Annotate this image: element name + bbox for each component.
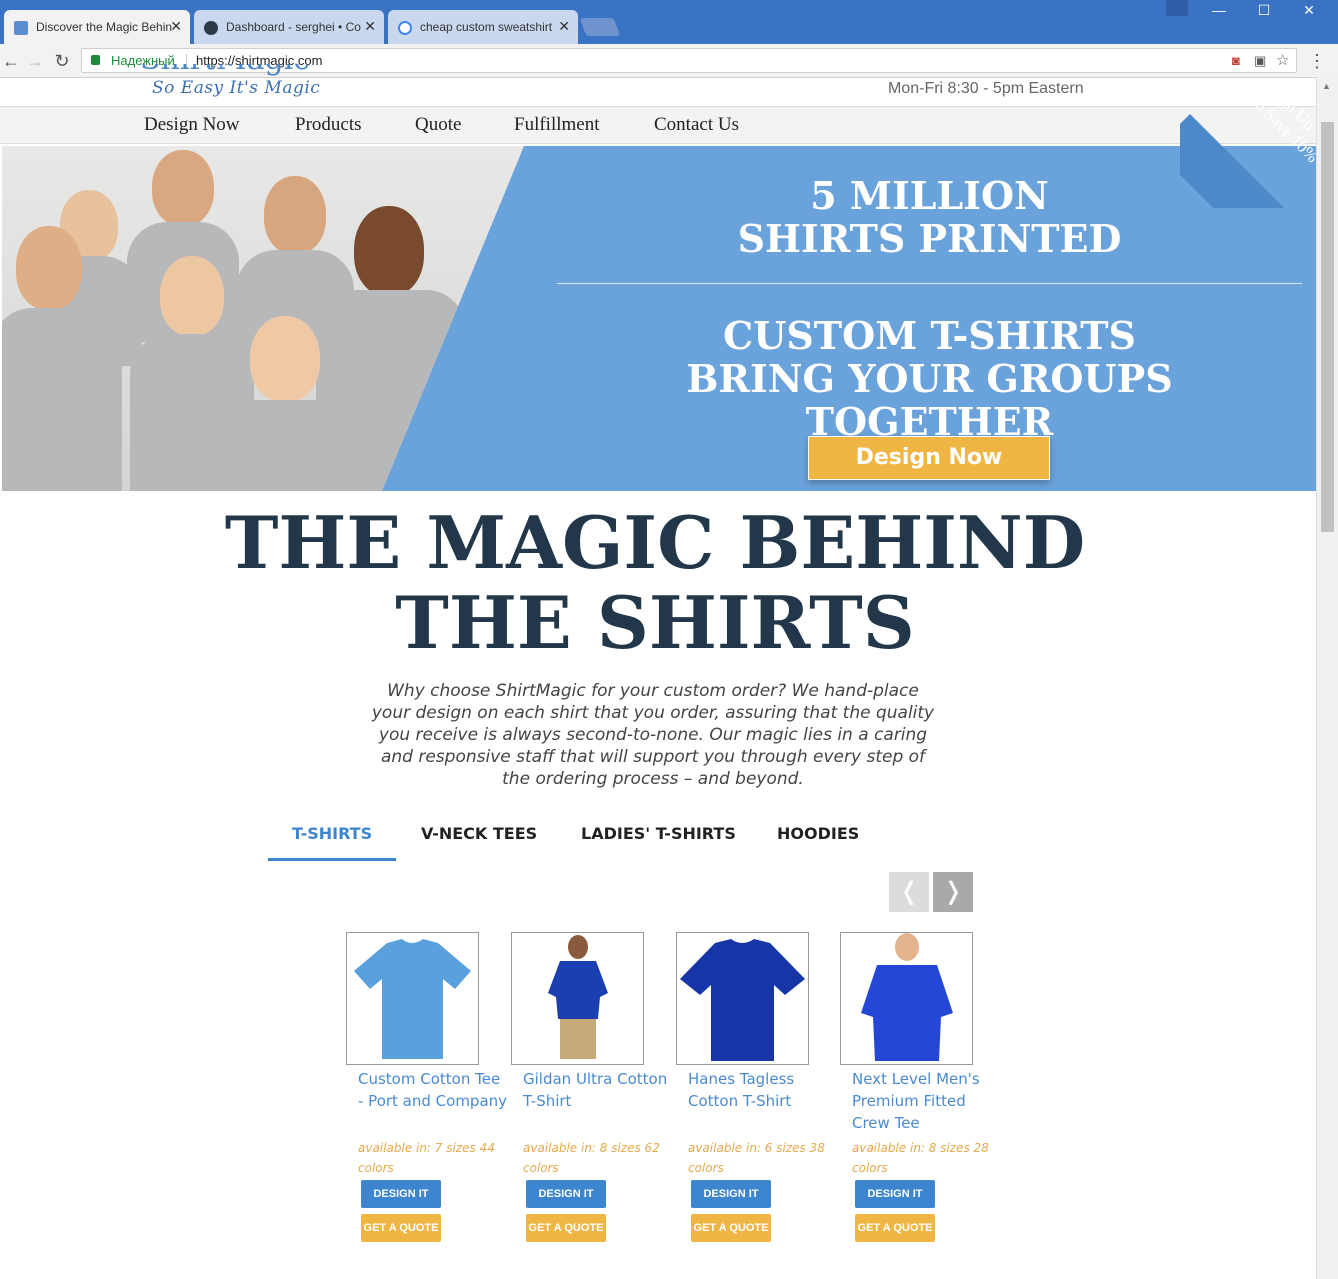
lock-icon bbox=[91, 55, 100, 65]
logo-tagline: So Easy It's Magic bbox=[152, 78, 321, 98]
back-arrow-icon[interactable]: ← bbox=[0, 50, 22, 72]
close-tab-icon[interactable]: ✕ bbox=[364, 18, 376, 35]
product-availability: available in: 8 sizes 28 colors bbox=[852, 1141, 989, 1175]
tab-hoodies[interactable]: HOODIES bbox=[777, 824, 859, 843]
tab-title: Dashboard - serghei • Co bbox=[226, 20, 361, 34]
page-scrollbar[interactable]: ▲ bbox=[1316, 77, 1338, 1279]
tshirt-icon bbox=[680, 939, 805, 1061]
product-name-link[interactable]: Custom Cotton Tee - Port and Company bbox=[358, 1068, 508, 1112]
site-favicon-icon bbox=[14, 21, 28, 35]
signup-ribbon[interactable]: Sign Up To Save 10% bbox=[1180, 78, 1316, 208]
product-availability: available in: 8 sizes 62 colors bbox=[523, 1141, 660, 1175]
product-name-link[interactable]: Gildan Ultra Cotton T-Shirt bbox=[523, 1068, 673, 1112]
design-it-button[interactable]: DESIGN IT bbox=[361, 1180, 441, 1208]
product-name-link[interactable]: Hanes Tagless Cotton T-Shirt bbox=[688, 1068, 838, 1112]
scroll-up-icon[interactable]: ▲ bbox=[1322, 81, 1331, 91]
active-tab-indicator bbox=[268, 858, 396, 861]
get-a-quote-button[interactable]: GET A QUOTE bbox=[526, 1214, 606, 1242]
business-hours: Mon-Fri 8:30 - 5pm Eastern bbox=[888, 80, 1084, 97]
shirt-shape bbox=[680, 939, 805, 1061]
wordpress-favicon-icon bbox=[204, 21, 218, 35]
main-navigation: Design Now Products Quote Fulfillment Co… bbox=[0, 106, 1316, 144]
nav-products[interactable]: Products bbox=[295, 114, 362, 136]
product-availability: available in: 6 sizes 38 colors bbox=[688, 1141, 825, 1175]
browser-tab-shirtmagic[interactable]: Discover the Magic Behin ✕ bbox=[4, 10, 190, 44]
model-wearing-shirt-icon bbox=[861, 933, 953, 1061]
scroll-thumb[interactable] bbox=[1321, 122, 1334, 532]
design-it-button[interactable]: DESIGN IT bbox=[855, 1180, 935, 1208]
get-a-quote-button[interactable]: GET A QUOTE bbox=[855, 1214, 935, 1242]
product-name-link[interactable]: Next Level Men's Premium Fitted Crew Tee bbox=[852, 1068, 1002, 1134]
reload-icon[interactable]: ↻ bbox=[51, 50, 73, 72]
browser-tabstrip: Discover the Magic Behin ✕ Dashboard - s… bbox=[0, 0, 1338, 44]
nav-design-now[interactable]: Design Now bbox=[144, 114, 240, 136]
close-tab-icon[interactable]: ✕ bbox=[170, 18, 182, 35]
product-image[interactable] bbox=[511, 932, 644, 1065]
browser-tab-dashboard[interactable]: Dashboard - serghei • Co ✕ bbox=[194, 10, 384, 44]
tab-v-neck-tees[interactable]: V-NECK TEES bbox=[421, 824, 537, 843]
hero-banner: 5 MILLION SHIRTS PRINTED CUSTOM T-SHIRTS… bbox=[2, 146, 1316, 491]
design-it-button[interactable]: DESIGN IT bbox=[526, 1180, 606, 1208]
product-availability: available in: 7 sizes 44 colors bbox=[358, 1141, 495, 1175]
tab-title: Discover the Magic Behin bbox=[36, 20, 173, 34]
close-tab-icon[interactable]: ✕ bbox=[558, 18, 570, 35]
intro-paragraph: Why choose ShirtMagic for your custom or… bbox=[371, 681, 935, 789]
browser-tab-google-search[interactable]: cheap custom sweatshirt ✕ bbox=[388, 10, 578, 44]
design-it-button[interactable]: DESIGN IT bbox=[691, 1180, 771, 1208]
translate-icon[interactable]: ▣ bbox=[1254, 53, 1266, 69]
minimize-button[interactable]: — bbox=[1196, 0, 1242, 20]
nav-contact-us[interactable]: Contact Us bbox=[654, 114, 739, 136]
carousel-prev-button[interactable]: ❬ bbox=[889, 872, 929, 912]
browser-menu-icon[interactable]: ⋮ bbox=[1306, 50, 1328, 72]
shirt-shape bbox=[354, 939, 471, 1059]
hero-volunteers-photo bbox=[2, 146, 524, 491]
get-a-quote-button[interactable]: GET A QUOTE bbox=[361, 1214, 441, 1242]
carousel-next-button[interactable]: ❭ bbox=[933, 872, 973, 912]
hero-design-now-button[interactable]: Design Now bbox=[808, 436, 1050, 480]
page-title: THE MAGIC BEHIND THE SHIRTS bbox=[224, 500, 1086, 665]
blocked-popup-icon[interactable]: ◙ bbox=[1232, 53, 1240, 68]
nav-quote[interactable]: Quote bbox=[415, 114, 461, 136]
product-image[interactable] bbox=[676, 932, 809, 1065]
user-profile-icon[interactable] bbox=[1166, 0, 1188, 16]
shirt-shape bbox=[861, 965, 953, 1061]
maximize-button[interactable]: ☐ bbox=[1241, 0, 1287, 20]
hero-divider bbox=[557, 283, 1302, 284]
nav-fulfillment[interactable]: Fulfillment bbox=[514, 114, 600, 136]
product-image[interactable] bbox=[346, 932, 479, 1065]
google-favicon-icon bbox=[398, 21, 412, 35]
hero-subheadline: CUSTOM T-SHIRTS BRING YOUR GROUPS TOGETH… bbox=[686, 313, 1173, 444]
new-tab-button[interactable] bbox=[579, 18, 621, 36]
shirt-shape bbox=[548, 961, 608, 1019]
tab-t-shirts[interactable]: T-SHIRTS bbox=[292, 824, 372, 843]
close-window-button[interactable]: ✕ bbox=[1286, 0, 1332, 20]
bookmark-star-icon[interactable]: ☆ bbox=[1276, 51, 1289, 69]
model-wearing-shirt-icon bbox=[548, 935, 608, 1059]
tab-ladies-t-shirts[interactable]: LADIES' T-SHIRTS bbox=[581, 824, 736, 843]
forward-arrow-icon[interactable]: → bbox=[24, 50, 46, 72]
tshirt-icon bbox=[354, 939, 471, 1059]
tab-title: cheap custom sweatshirt bbox=[420, 20, 553, 34]
get-a-quote-button[interactable]: GET A QUOTE bbox=[691, 1214, 771, 1242]
product-image[interactable] bbox=[840, 932, 973, 1065]
